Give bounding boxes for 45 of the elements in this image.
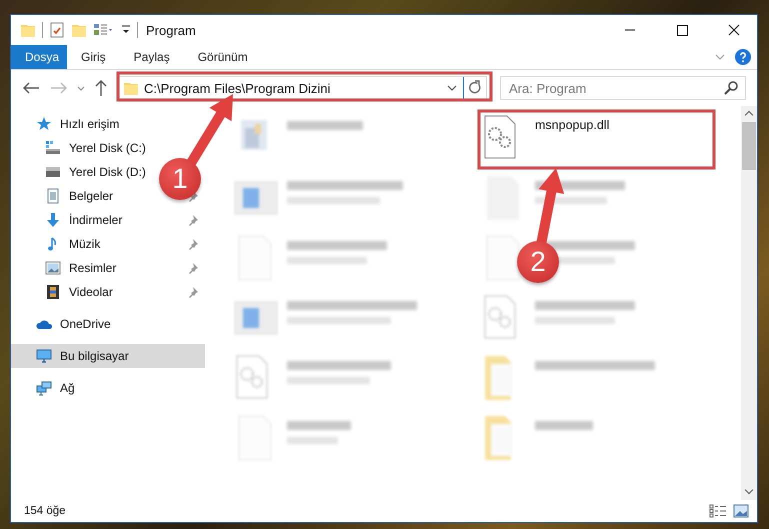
folder-icon[interactable]: [71, 22, 87, 38]
checklist-icon[interactable]: [49, 22, 65, 38]
pin-icon[interactable]: [187, 238, 199, 250]
sidebar-item[interactable]: Müzik: [11, 232, 205, 256]
ribbon-tab[interactable]: Görünüm: [184, 45, 262, 69]
sidebar-item[interactable]: Yerel Disk (D:): [11, 160, 160, 184]
properties-icon[interactable]: [93, 22, 115, 38]
file-menu-tab[interactable]: Dosya: [11, 45, 67, 69]
drive-icon: [45, 140, 61, 156]
file-name[interactable]: msnpopup.dll: [535, 118, 610, 132]
sidebar-item[interactable]: Bu bilgisayar: [11, 344, 205, 368]
pin-icon[interactable]: [187, 214, 199, 226]
sidebar-item[interactable]: Hızlı erişim: [11, 112, 134, 136]
document-icon: [45, 188, 61, 204]
scrollbar-thumb[interactable]: [742, 122, 756, 170]
sidebar-item[interactable]: Ağ: [11, 376, 89, 400]
address-path: C:\Program Files\Program Dizini: [144, 80, 330, 96]
drive-icon: [45, 164, 61, 180]
folder-icon[interactable]: [20, 22, 36, 38]
folder-icon: [123, 80, 139, 96]
ribbon-tab[interactable]: Paylaş: [120, 45, 184, 69]
film-icon: [45, 284, 61, 300]
details-view-icon[interactable]: [709, 504, 727, 518]
search-icon[interactable]: [723, 80, 739, 96]
large-icons-view-icon[interactable]: [733, 504, 749, 518]
star-icon: [36, 116, 52, 132]
pin-icon[interactable]: [187, 262, 199, 274]
address-bar[interactable]: C:\Program Files\Program Dizini: [117, 76, 487, 100]
monitor-icon: [36, 348, 52, 364]
blank-file-icon[interactable]: [485, 234, 520, 282]
item-count: 154 öğe: [24, 505, 66, 517]
sidebar-item[interactable]: Resimler: [11, 256, 205, 280]
sidebar-item[interactable]: Yerel Disk (C:): [11, 136, 160, 160]
sidebar-item[interactable]: İndirmeler: [11, 208, 205, 232]
network-icon: [36, 380, 52, 396]
picture-icon: [45, 260, 61, 276]
ribbon-tab[interactable]: Giriş: [67, 45, 120, 69]
sidebar-item[interactable]: OneDrive: [11, 312, 125, 336]
sidebar-item[interactable]: Videolar: [11, 280, 205, 304]
search-field[interactable]: Ara: Program: [500, 76, 746, 100]
scrollbar[interactable]: [741, 106, 757, 500]
pin-icon[interactable]: [187, 286, 199, 298]
window-title: Program: [146, 22, 196, 38]
download-arrow-icon: [45, 212, 61, 228]
help-icon[interactable]: [735, 49, 751, 65]
